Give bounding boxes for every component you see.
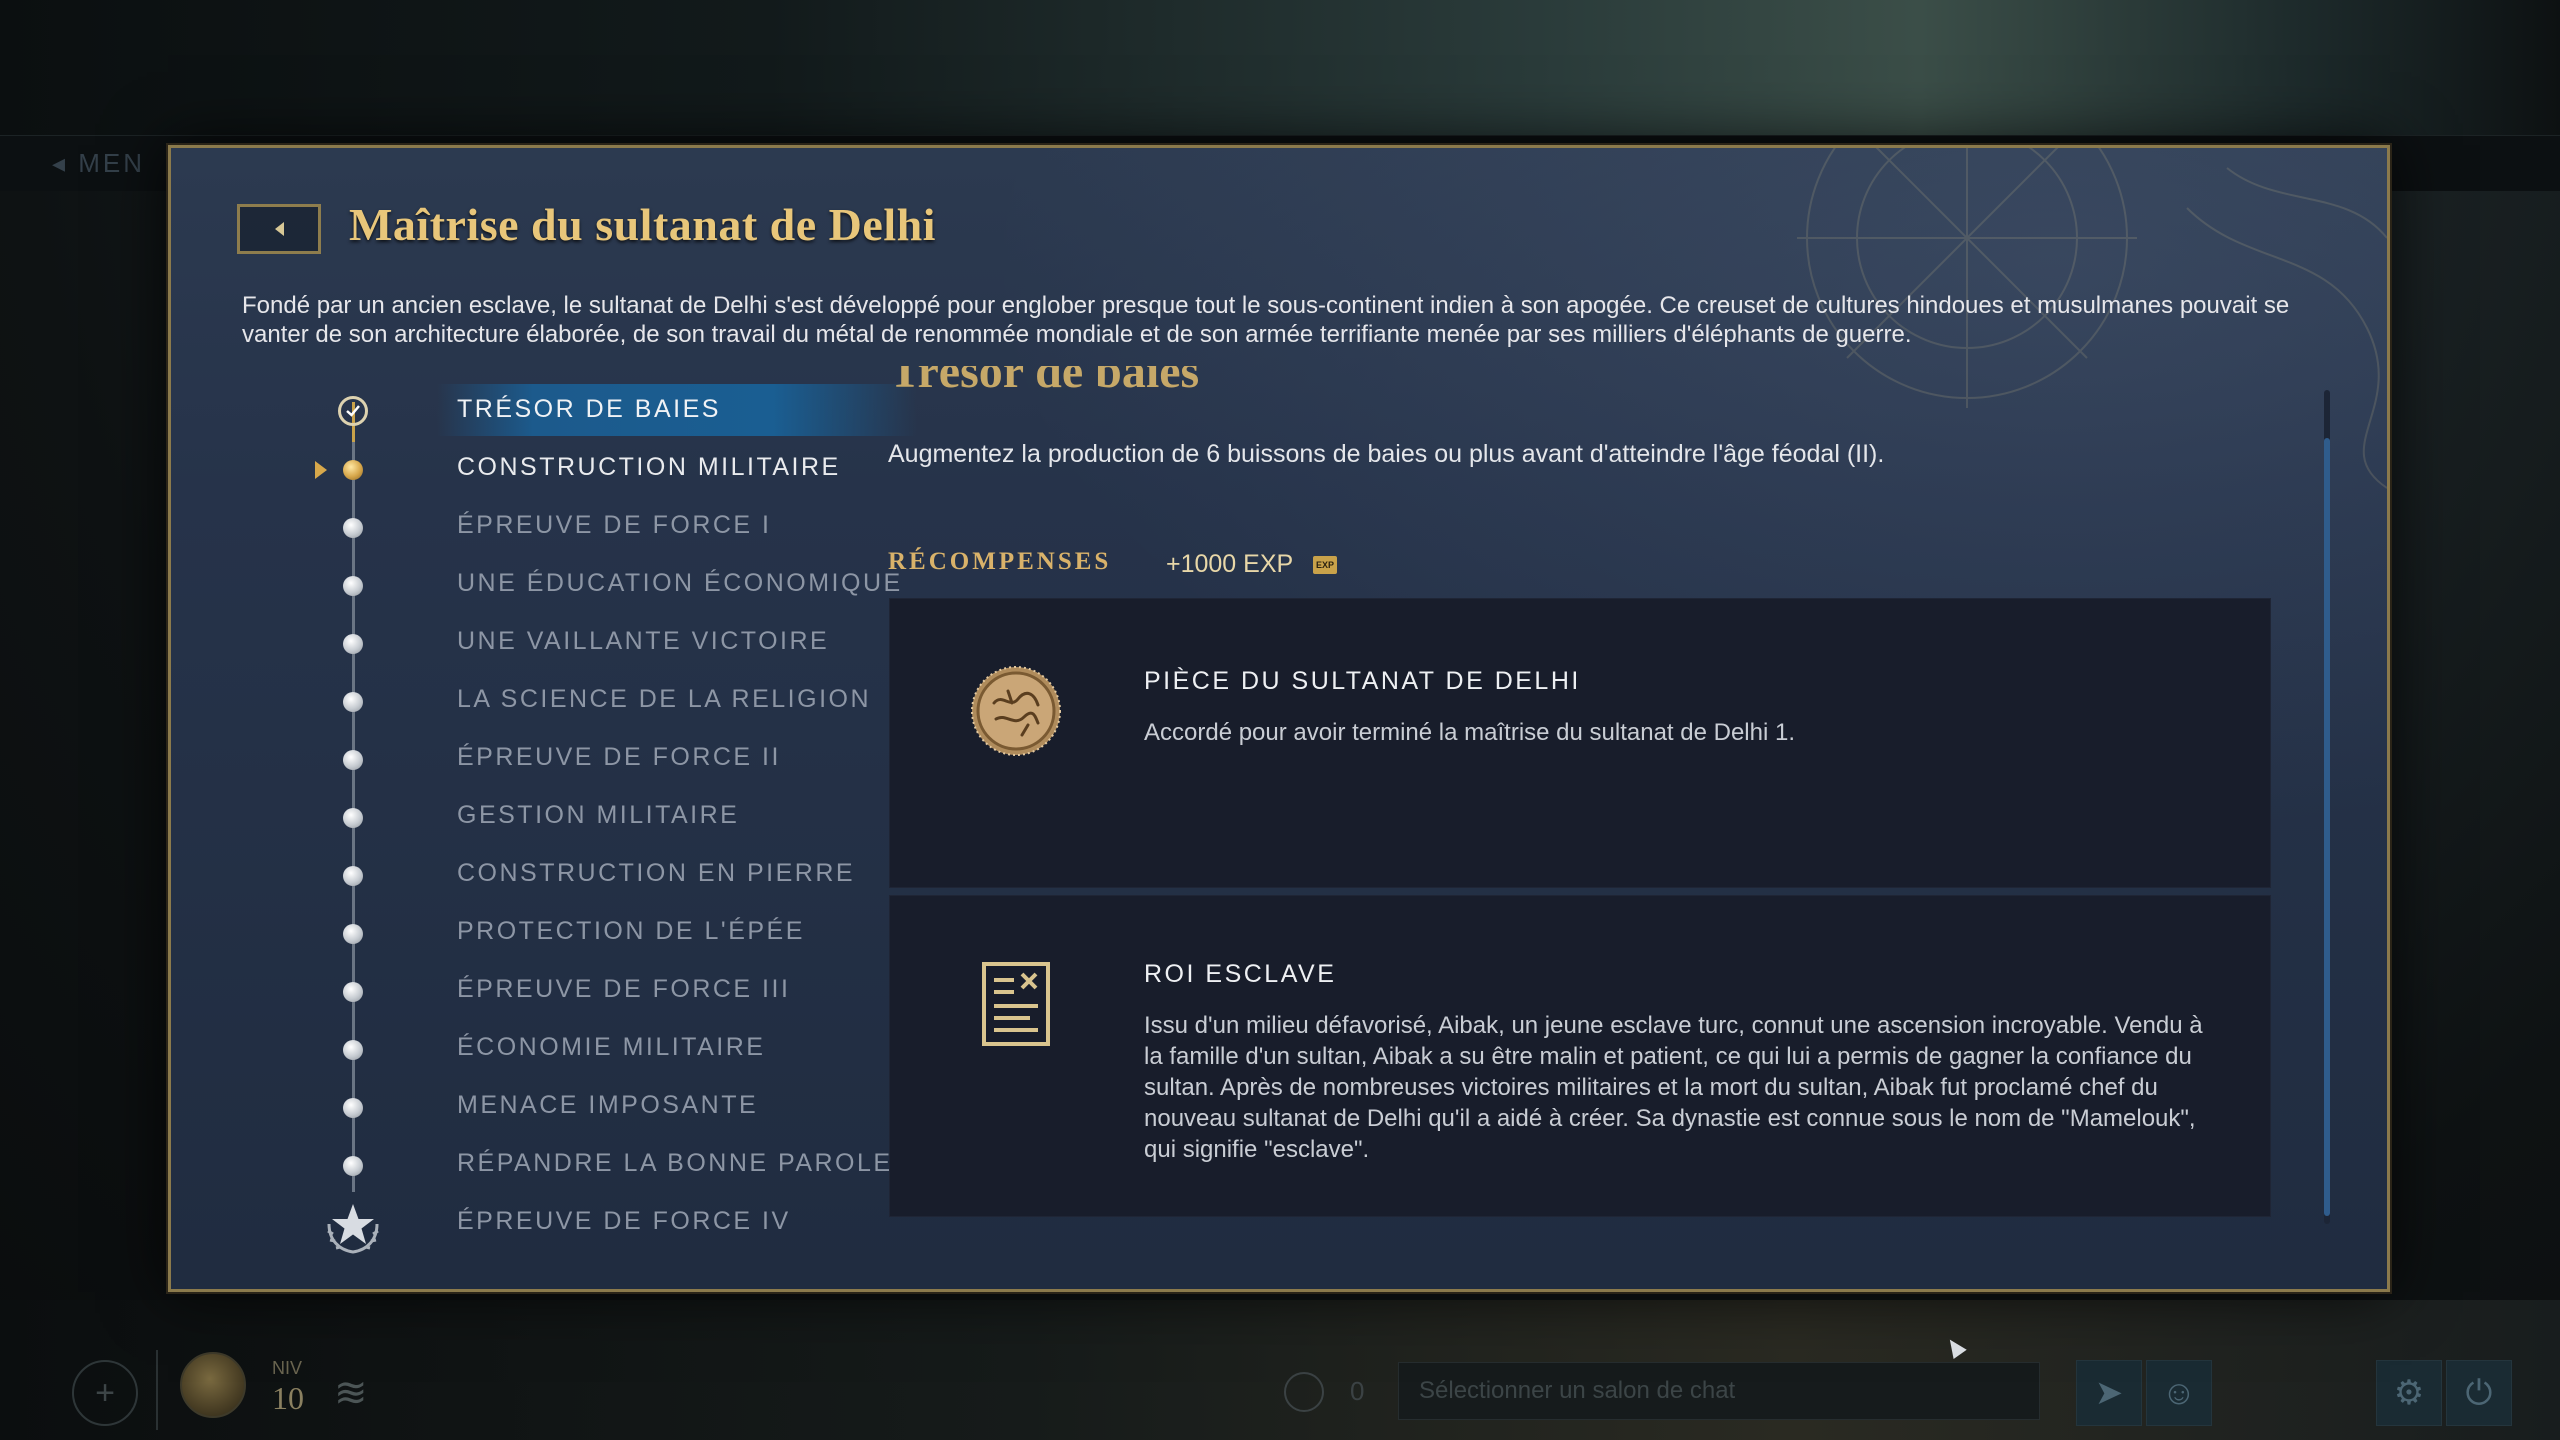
exp-icon: EXP [1313, 556, 1337, 574]
progress-node-icon [343, 576, 363, 596]
achievement-item[interactable]: MENACE IMPOSANTE [241, 1078, 1001, 1136]
achievement-list: TRÉSOR DE BAIES CONSTRUCTION MILITAIRE É… [241, 382, 1001, 1254]
send-icon-button[interactable]: ➤ [2076, 1360, 2142, 1426]
checkmark-icon [338, 396, 368, 426]
exp-reward: +1000 EXP [1166, 550, 1294, 578]
scrollbar-thumb[interactable] [2324, 438, 2330, 1216]
achievement-item[interactable]: ÉPREUVE DE FORCE II [241, 730, 1001, 788]
achievement-label: GESTION MILITAIRE [457, 801, 740, 829]
progress-node-icon [343, 1156, 363, 1176]
achievement-label: MENACE IMPOSANTE [457, 1091, 759, 1119]
reward-title: PIÈCE DU SULTANAT DE DELHI [1144, 667, 1581, 695]
reward-card: ROI ESCLAVE Issu d'un milieu défavorisé,… [889, 895, 2271, 1217]
achievement-item[interactable]: UNE ÉDUCATION ÉCONOMIQUE [241, 556, 1001, 614]
progress-node-icon [343, 634, 363, 654]
achievement-item[interactable]: ÉPREUVE DE FORCE IV [241, 1194, 1001, 1254]
power-button[interactable]: ⏻ [2446, 1360, 2512, 1426]
progress-node-icon [343, 982, 363, 1002]
level-label: NIV [272, 1358, 303, 1378]
chat-user-icon [1284, 1372, 1324, 1412]
reward-description: Accordé pour avoir terminé la maîtrise d… [1144, 719, 1795, 746]
achievement-label: RÉPANDRE LA BONNE PAROLE [457, 1149, 893, 1177]
objective-title: Trésor de baies [889, 366, 1200, 398]
achievement-label: ÉPREUVE DE FORCE I [457, 511, 772, 539]
chat-count: 0 [1350, 1376, 1365, 1406]
background-map [0, 0, 2560, 140]
reward-title: ROI ESCLAVE [1144, 960, 1337, 988]
player-avatar[interactable] [180, 1352, 246, 1418]
achievement-label: ÉPREUVE DE FORCE II [457, 743, 781, 771]
progress-node-icon [343, 1098, 363, 1118]
progress-node-icon [343, 750, 363, 770]
progress-node-icon [343, 1040, 363, 1060]
achievement-item[interactable]: PROTECTION DE L'ÉPÉE [241, 904, 1001, 962]
scroll-document-icon [982, 962, 1050, 1046]
emote-icon-button[interactable]: ☺ [2146, 1360, 2212, 1426]
progress-node-icon [343, 460, 363, 480]
achievement-label: TRÉSOR DE BAIES [457, 395, 721, 423]
achievement-label: PROTECTION DE L'ÉPÉE [457, 917, 805, 945]
star-laurel-icon [327, 1204, 379, 1254]
back-button[interactable] [237, 204, 321, 254]
achievement-label: ÉCONOMIE MILITAIRE [457, 1033, 766, 1061]
add-friend-button[interactable]: + [72, 1360, 138, 1426]
rewards-heading: RÉCOMPENSES [888, 548, 1112, 575]
progress-node-icon [343, 692, 363, 712]
achievement-label: CONSTRUCTION MILITAIRE [457, 453, 841, 481]
hud-divider [156, 1350, 158, 1430]
achievement-item[interactable]: ÉPREUVE DE FORCE I [241, 498, 1001, 556]
achievement-item[interactable]: TRÉSOR DE BAIES [241, 382, 1001, 440]
achievement-item[interactable]: UNE VAILLANTE VICTOIRE [241, 614, 1001, 672]
wifi-icon: ≋ [334, 1371, 368, 1415]
back-arrow-icon [274, 222, 284, 236]
current-pointer-icon [315, 461, 327, 479]
progress-node-icon [343, 866, 363, 886]
achievement-label: CONSTRUCTION EN PIERRE [457, 859, 856, 887]
dialog-description: Fondé par un ancien esclave, le sultanat… [242, 292, 2290, 348]
achievement-item[interactable]: RÉPANDRE LA BONNE PAROLE [241, 1136, 1001, 1194]
objective-description: Augmentez la production de 6 buissons de… [888, 440, 1885, 468]
level-value: 10 [272, 1380, 304, 1416]
achievement-label: ÉPREUVE DE FORCE III [457, 975, 791, 1003]
achievement-label: ÉPREUVE DE FORCE IV [457, 1207, 791, 1235]
achievement-label: UNE ÉDUCATION ÉCONOMIQUE [457, 569, 903, 597]
progress-node-icon [343, 924, 363, 944]
settings-gear-button[interactable]: ⚙ [2376, 1360, 2442, 1426]
dialog-title: Maîtrise du sultanat de Delhi [349, 199, 936, 250]
mastery-dialog: Maîtrise du sultanat de Delhi Fondé par … [168, 145, 2390, 1359]
reward-card: PIÈCE DU SULTANAT DE DELHI Accordé pour … [889, 598, 2271, 888]
achievement-item[interactable]: CONSTRUCTION MILITAIRE [241, 440, 1001, 498]
chat-placeholder: Sélectionner un salon de chat [1419, 1377, 1736, 1404]
achievement-label: LA SCIENCE DE LA RELIGION [457, 685, 872, 713]
chat-channel-select[interactable]: Sélectionner un salon de chat [1398, 1362, 2040, 1420]
achievement-item[interactable]: ÉPREUVE DE FORCE III [241, 962, 1001, 1020]
achievement-item[interactable]: ÉCONOMIE MILITAIRE [241, 1020, 1001, 1078]
reward-description: Issu d'un milieu défavorisé, Aibak, un j… [1144, 1012, 2203, 1163]
achievement-item[interactable]: CONSTRUCTION EN PIERRE [241, 846, 1001, 904]
achievement-item[interactable]: LA SCIENCE DE LA RELIGION [241, 672, 1001, 730]
background-menu-label: ◂ MEN [52, 148, 146, 178]
coin-icon [971, 666, 1061, 756]
achievement-item[interactable]: GESTION MILITAIRE [241, 788, 1001, 846]
progress-node-icon [343, 808, 363, 828]
progress-node-icon [343, 518, 363, 538]
achievement-label: UNE VAILLANTE VICTOIRE [457, 627, 830, 655]
